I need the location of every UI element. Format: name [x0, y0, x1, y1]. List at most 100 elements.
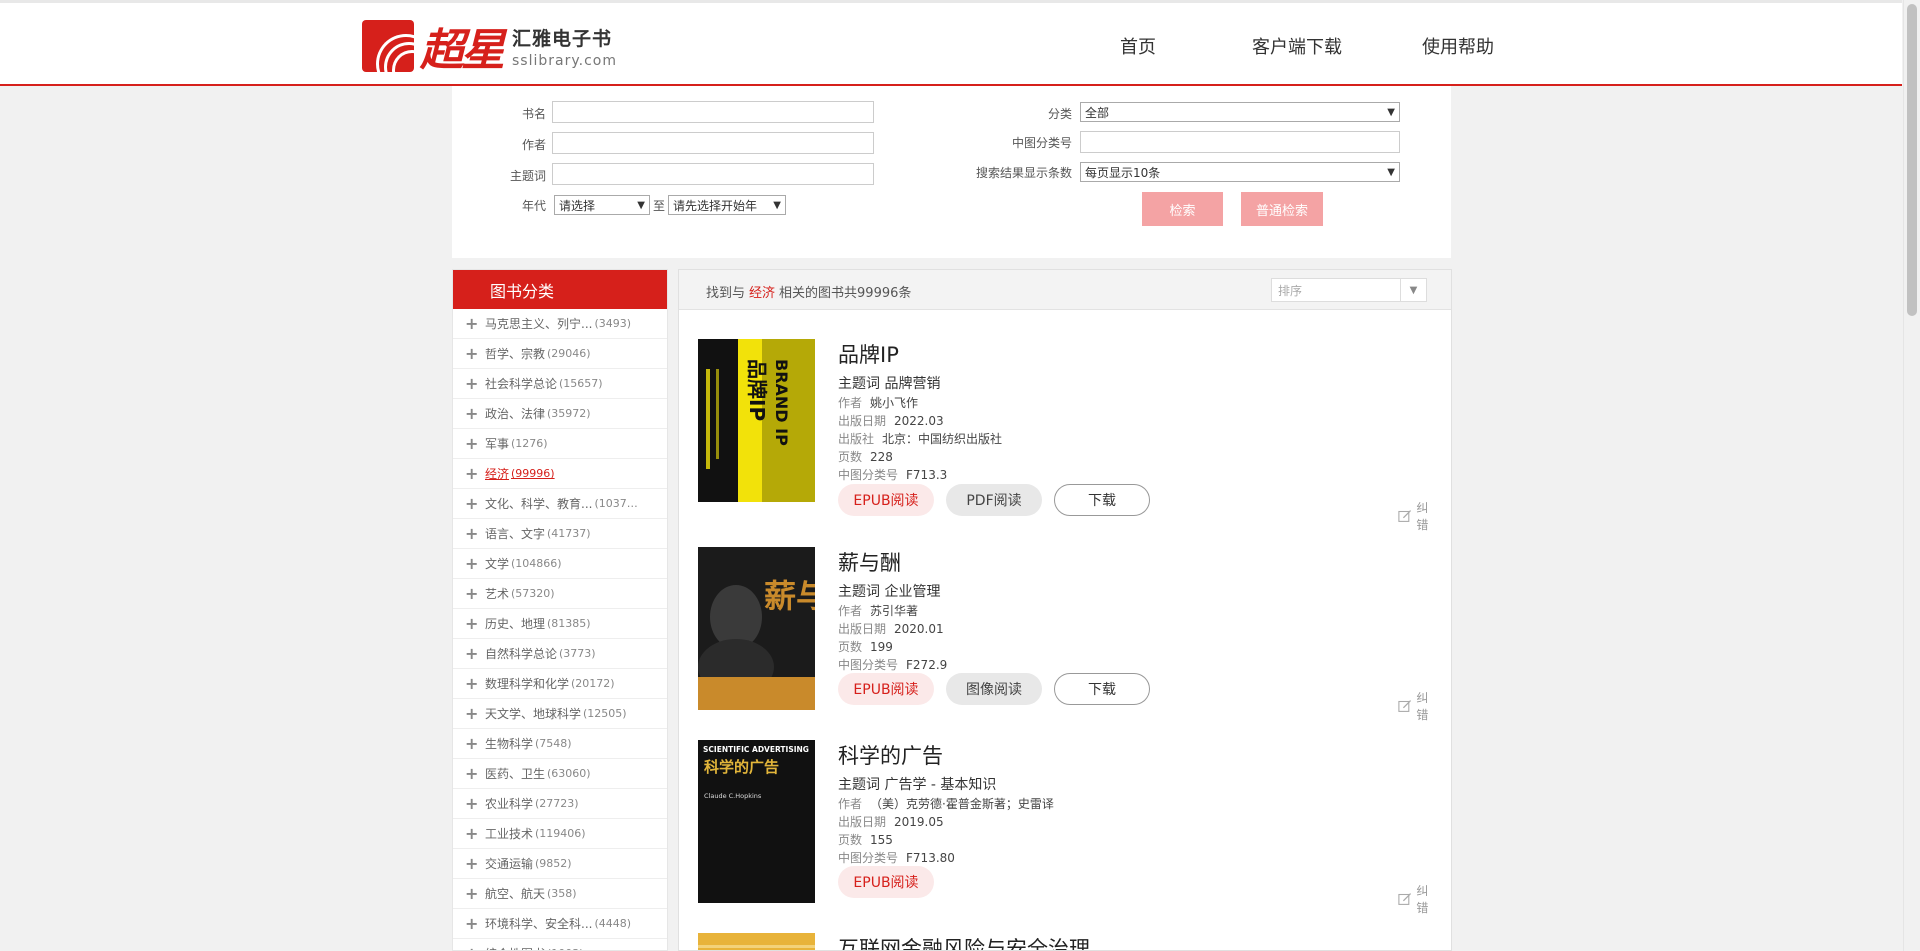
search-button[interactable]: 检索 — [1142, 192, 1223, 226]
plus-icon[interactable]: + — [465, 315, 481, 332]
subject-input[interactable] — [552, 163, 874, 185]
book-title[interactable]: 薪与酬 — [838, 547, 947, 577]
sidebar-category-item[interactable]: + 工业技术 (119406) — [453, 819, 667, 849]
download-button[interactable]: 下载 — [1054, 484, 1150, 516]
plus-icon[interactable]: + — [465, 765, 481, 782]
label-per-page: 搜索结果显示条数 — [975, 166, 1072, 180]
plus-icon[interactable]: + — [465, 405, 481, 422]
sidebar-category-item[interactable]: + 马克思主义、列宁... (3493) — [453, 309, 667, 339]
plus-icon[interactable]: + — [465, 555, 481, 572]
plus-icon[interactable]: + — [465, 705, 481, 722]
plus-icon[interactable]: + — [465, 645, 481, 662]
book-subject: 主题词 广告学 - 基本知识 — [838, 774, 1054, 794]
category-label: 历史、地理 — [485, 617, 546, 631]
correct-error-link[interactable]: 纠错 — [1398, 882, 1438, 916]
sidebar-category-item[interactable]: + 文学 (104866) — [453, 549, 667, 579]
plus-icon[interactable]: + — [465, 525, 481, 542]
plus-icon[interactable]: + — [465, 435, 481, 452]
year-from-select[interactable]: 请选择 ▼ — [554, 195, 650, 215]
sidebar-category-item[interactable]: + 航空、航天 (358) — [453, 879, 667, 909]
category-label: 语言、文字 — [485, 527, 546, 541]
site-logo[interactable]: 超星 汇雅电子书 sslibrary.com — [362, 19, 617, 76]
nav-client-download[interactable]: 客户端下载 — [1252, 33, 1342, 59]
sidebar-category-item[interactable]: + 交通运输 (9852) — [453, 849, 667, 879]
scrollbar-thumb[interactable] — [1907, 4, 1917, 316]
pdf-read-button[interactable]: PDF阅读 — [946, 484, 1042, 516]
sidebar-category-item[interactable]: + 艺术 (57320) — [453, 579, 667, 609]
category-count: (20172) — [571, 677, 615, 690]
normal-search-button[interactable]: 普通检索 — [1241, 192, 1323, 226]
page-scrollbar[interactable] — [1903, 0, 1920, 951]
year-to-select[interactable]: 请先选择开始年 ▼ — [668, 195, 786, 215]
plus-icon[interactable]: + — [465, 375, 481, 392]
sidebar-category-item[interactable]: + 医药、卫生 (63060) — [453, 759, 667, 789]
category-label: 生物科学 — [485, 737, 534, 751]
book-cover[interactable]: 品牌IP BRAND IP — [698, 339, 815, 502]
sidebar-category-item[interactable]: + 社会科学总论 (15657) — [453, 369, 667, 399]
sort-select[interactable]: 排序 ▼ — [1271, 278, 1427, 302]
sidebar-category-item[interactable]: + 经济 (99996) — [453, 459, 667, 489]
plus-icon[interactable]: + — [465, 795, 481, 812]
nav-home[interactable]: 首页 — [1120, 33, 1156, 59]
book-title[interactable]: 科学的广告 — [838, 740, 1054, 770]
plus-icon[interactable]: + — [465, 345, 481, 362]
plus-icon[interactable]: + — [465, 585, 481, 602]
category-label: 环境科学、安全科... — [485, 917, 593, 931]
book-cover[interactable] — [698, 933, 815, 950]
sidebar-category-item[interactable]: + 农业科学 (27723) — [453, 789, 667, 819]
sidebar-category-item[interactable]: + 环境科学、安全科... (4448) — [453, 909, 667, 939]
meta-value: F713.3 — [906, 468, 948, 482]
image-read-button[interactable]: 图像阅读 — [946, 673, 1042, 705]
plus-icon[interactable]: + — [465, 675, 481, 692]
book-title[interactable]: 品牌IP — [838, 339, 1002, 369]
book-title[interactable]: 互联网金融风险与安全治理 — [838, 933, 1090, 950]
book-meta-row: 中图分类号 F713.80 — [838, 851, 1054, 866]
correct-error-link[interactable]: 纠错 — [1398, 499, 1438, 533]
sidebar-category-item[interactable]: + 天文学、地球科学 (12505) — [453, 699, 667, 729]
plus-icon[interactable]: + — [465, 945, 481, 950]
category-count: (7548) — [535, 737, 572, 750]
sidebar-category-item[interactable]: + 数理科学和化学 (20172) — [453, 669, 667, 699]
book-meta-row: 页数 199 — [838, 640, 947, 655]
author-input[interactable] — [552, 132, 874, 154]
correct-error-link[interactable]: 纠错 — [1398, 689, 1438, 723]
sidebar-category-item[interactable]: + 生物科学 (7548) — [453, 729, 667, 759]
meta-key: 页数 — [838, 640, 863, 654]
plus-icon[interactable]: + — [465, 885, 481, 902]
per-page-select[interactable]: 每页显示10条 ▼ — [1080, 162, 1400, 182]
plus-icon[interactable]: + — [465, 465, 481, 482]
chevron-down-icon[interactable]: ▼ — [1400, 279, 1426, 301]
plus-icon[interactable]: + — [465, 915, 481, 932]
label-clc: 中图分类号 — [1011, 136, 1072, 150]
meta-key: 作者 — [838, 396, 863, 410]
plus-icon[interactable]: + — [465, 495, 481, 512]
clc-input[interactable] — [1080, 131, 1400, 153]
epub-read-button[interactable]: EPUB阅读 — [838, 673, 934, 705]
plus-icon[interactable]: + — [465, 735, 481, 752]
epub-read-button[interactable]: EPUB阅读 — [838, 866, 934, 898]
plus-icon[interactable]: + — [465, 615, 481, 632]
sidebar-category-item[interactable]: + 语言、文字 (41737) — [453, 519, 667, 549]
sidebar-category-item[interactable]: + 自然科学总论 (3773) — [453, 639, 667, 669]
meta-key: 出版日期 — [838, 815, 887, 829]
book-name-input[interactable] — [552, 101, 874, 123]
book-cover[interactable]: 薪与酬 — [698, 547, 815, 710]
sidebar-category-item[interactable]: + 哲学、宗教 (29046) — [453, 339, 667, 369]
sidebar-category-item[interactable]: + 军事 (1276) — [453, 429, 667, 459]
meta-value: 姚小飞作 — [870, 396, 919, 410]
sidebar-category-item[interactable]: + 文化、科学、教育... (1037… — [453, 489, 667, 519]
category-count: (119406) — [535, 827, 586, 840]
epub-read-button[interactable]: EPUB阅读 — [838, 484, 934, 516]
sidebar-category-item[interactable]: + 综合性图书(1003) — [453, 939, 667, 950]
plus-icon[interactable]: + — [465, 855, 481, 872]
nav-help[interactable]: 使用帮助 — [1422, 33, 1494, 59]
category-count: (81385) — [547, 617, 591, 630]
sidebar-category-item[interactable]: + 政治、法律 (35972) — [453, 399, 667, 429]
book-cover[interactable]: SCIENTIFIC ADVERTISING 科学的广告 Claude C.Ho… — [698, 740, 815, 903]
sidebar-category-item[interactable]: + 历史、地理 (81385) — [453, 609, 667, 639]
category-select[interactable]: 全部 ▼ — [1080, 102, 1400, 122]
subject-value: 广告学 - 基本知识 — [884, 777, 997, 793]
download-button[interactable]: 下载 — [1054, 673, 1150, 705]
plus-icon[interactable]: + — [465, 825, 481, 842]
category-label: 哲学、宗教 — [485, 347, 546, 361]
